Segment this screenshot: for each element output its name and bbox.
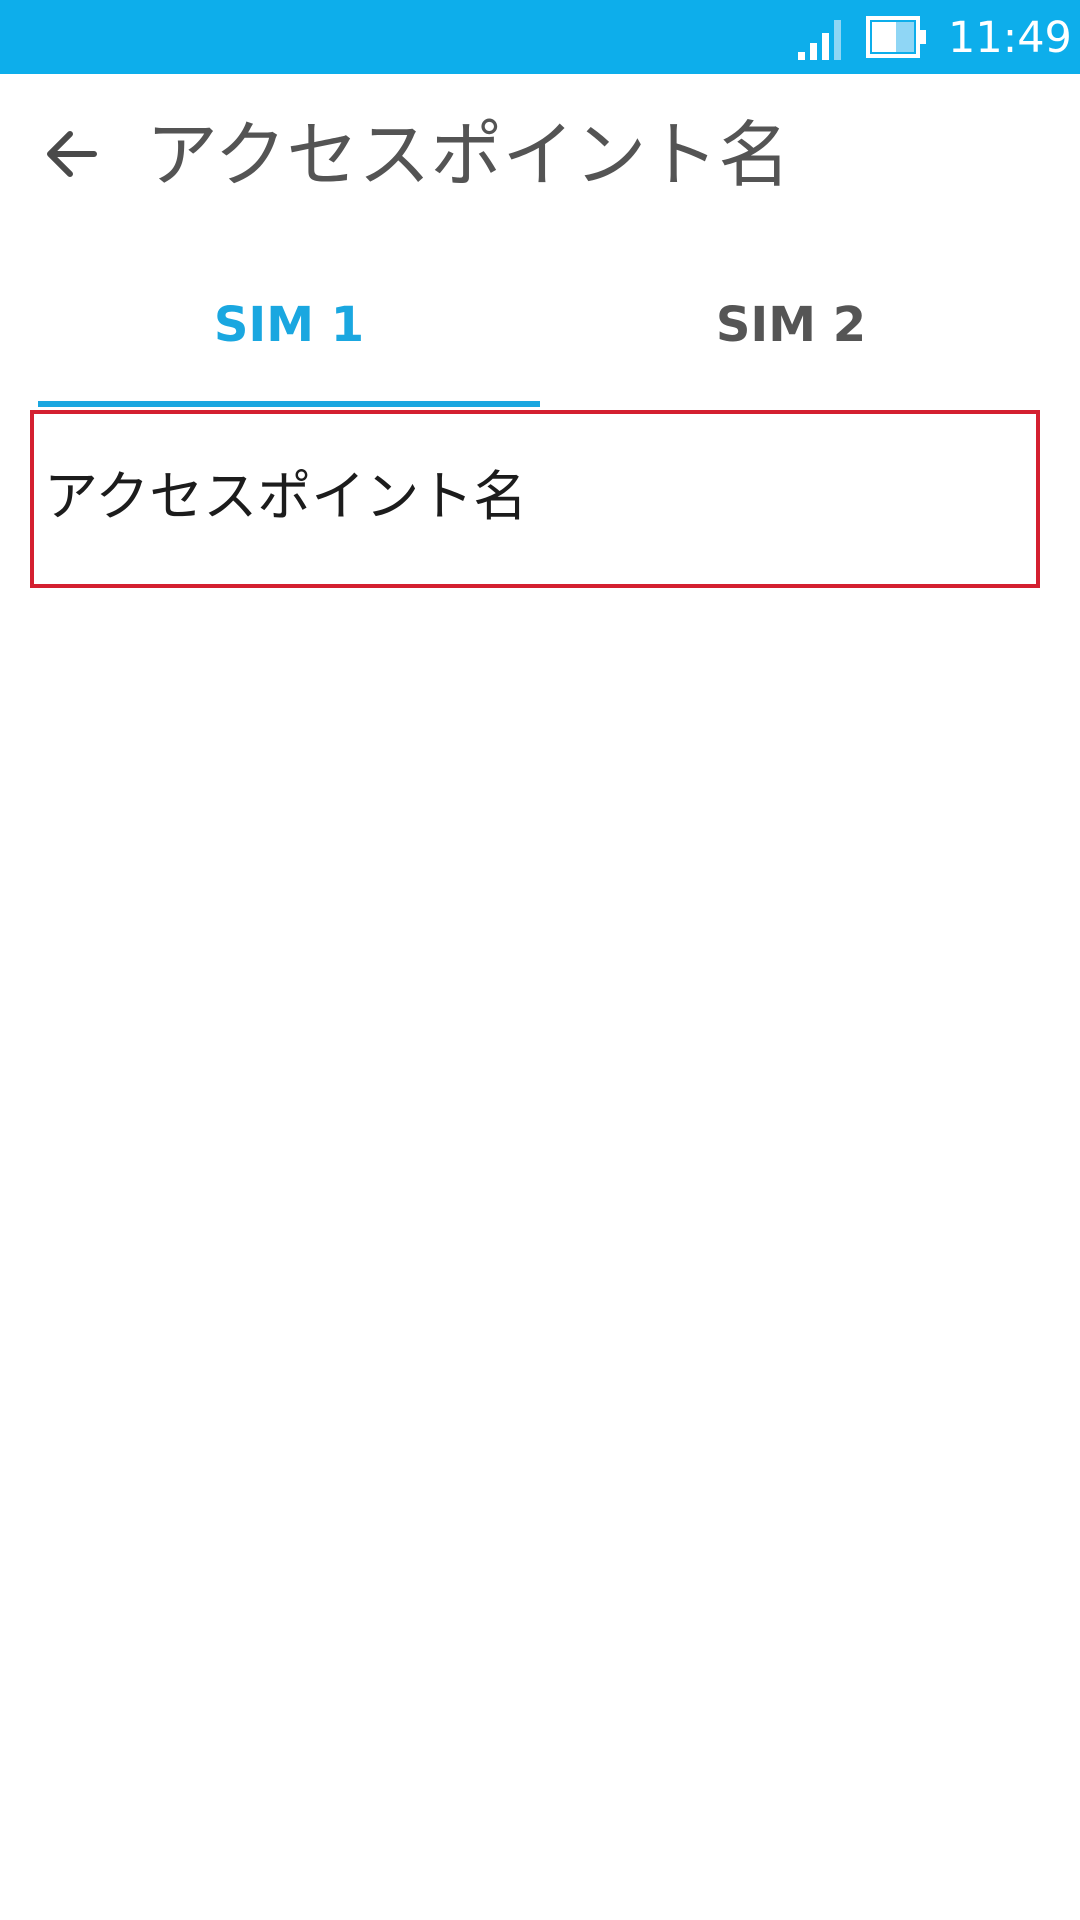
status-bar: 11:49 [0, 0, 1080, 74]
tab-indicator [38, 401, 540, 407]
clock: 11:49 [948, 13, 1072, 63]
battery-icon [866, 16, 926, 58]
back-button[interactable] [28, 110, 116, 198]
apn-item-label: アクセスポイント名 [44, 465, 528, 528]
arrow-left-icon [47, 131, 97, 177]
apn-list-item[interactable]: アクセスポイント名 [30, 410, 1040, 588]
page-title: アクセスポイント名 [146, 113, 791, 197]
tab-sim1[interactable]: SIM 1 [38, 285, 540, 365]
signal-icon [798, 20, 841, 60]
tab-sim2[interactable]: SIM 2 [540, 285, 1042, 365]
